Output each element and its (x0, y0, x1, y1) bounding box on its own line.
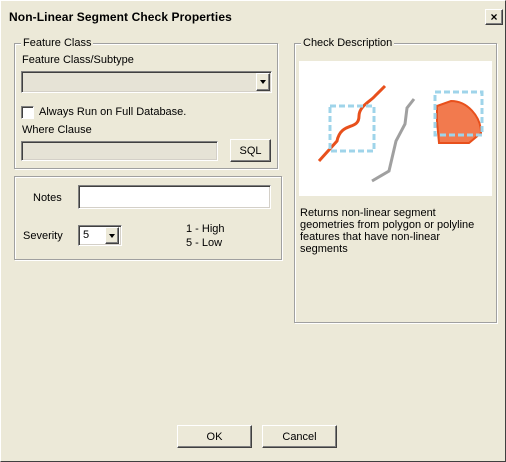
severity-value: 5 (83, 229, 90, 241)
window-title: Non-Linear Segment Check Properties (9, 10, 232, 24)
always-run-checkbox[interactable] (21, 106, 34, 119)
chevron-down-icon (109, 233, 115, 238)
close-button[interactable]: × (485, 9, 503, 25)
severity-dropdown-button[interactable] (105, 227, 119, 244)
check-illustration (299, 61, 492, 196)
always-run-label[interactable]: Always Run on Full Database. (39, 106, 186, 119)
severity-label: Severity (23, 230, 63, 242)
where-clause-input[interactable] (21, 141, 218, 161)
selection-box-shape (328, 104, 376, 153)
cancel-button[interactable]: Cancel (262, 425, 337, 448)
cancel-button-label: Cancel (282, 430, 317, 443)
subtype-dropdown-button[interactable] (256, 73, 270, 91)
severity-high-label: 1 - High (186, 223, 225, 235)
feature-class-subtype-label: Feature Class/Subtype (22, 54, 134, 66)
where-clause-label: Where Clause (22, 124, 92, 136)
nonlinear-segment-illustration-icon (317, 84, 484, 183)
title-bar: Non-Linear Segment Check Properties × (3, 3, 503, 29)
ok-button[interactable]: OK (177, 425, 252, 448)
feature-class-subtype-select[interactable] (21, 71, 272, 93)
ok-button-label: OK (206, 430, 223, 443)
check-description-text: Returns non-linear segment geometries fr… (300, 207, 475, 255)
sql-button[interactable]: SQL (230, 139, 271, 162)
severity-select[interactable]: 5 (78, 225, 122, 246)
check-description-group-label: Check Description (301, 36, 395, 50)
notes-input[interactable] (78, 185, 271, 209)
linear-line-shape (371, 98, 416, 183)
chevron-down-icon (260, 80, 266, 84)
dialog-window: Non-Linear Segment Check Properties × Fe… (0, 0, 506, 462)
close-icon: × (490, 10, 498, 24)
severity-low-label: 5 - Low (186, 237, 223, 249)
feature-class-group-label: Feature Class (21, 36, 94, 50)
notes-label: Notes (33, 192, 62, 204)
sql-button-label: SQL (239, 144, 262, 157)
nonlinear-polygon-shape (436, 99, 483, 144)
